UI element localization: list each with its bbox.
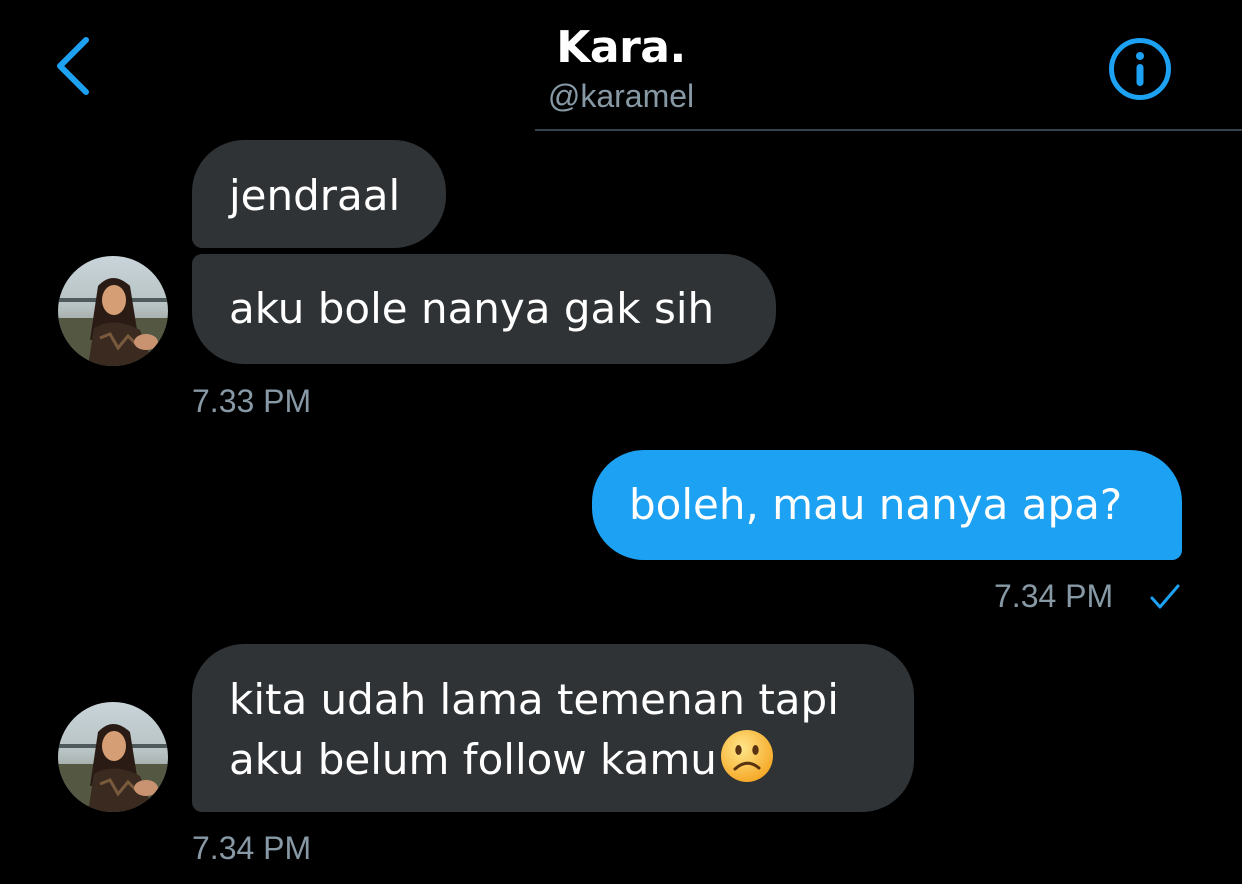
conversation-handle[interactable]: @karamel xyxy=(0,76,1242,116)
message-text: jendraal xyxy=(229,171,401,220)
message-text-line: kita udah lama temenan tapi xyxy=(229,675,839,724)
message-timestamp: 7.34 PM xyxy=(994,578,1114,614)
message-bubble[interactable]: boleh, mau nanya apa? xyxy=(592,450,1182,560)
checkmark-icon xyxy=(1150,584,1180,609)
message-timestamp: 7.33 PM xyxy=(192,383,312,419)
avatar-photo xyxy=(58,702,168,812)
message-timestamp: 7.34 PM xyxy=(192,830,312,866)
message-bubble[interactable]: kita udah lama temenan tapi aku belum fo… xyxy=(192,644,914,812)
info-button[interactable] xyxy=(1108,37,1172,101)
message-text: boleh, mau nanya apa? xyxy=(629,480,1123,529)
slightly-frowning-face-icon xyxy=(720,730,773,782)
message-bubble[interactable]: jendraal xyxy=(192,140,446,248)
message-text: aku bole nanya gak sih xyxy=(229,284,715,333)
avatar-photo xyxy=(58,256,168,366)
message-bubble[interactable]: aku bole nanya gak sih xyxy=(192,254,776,364)
avatar[interactable] xyxy=(58,256,168,366)
info-circle-icon xyxy=(1109,38,1171,100)
conversation-header: Kara. @karamel xyxy=(0,0,1242,131)
message-text-line-2: aku belum follow kamu xyxy=(229,728,914,788)
conversation-title[interactable]: Kara. xyxy=(0,20,1242,76)
header-divider xyxy=(535,129,1242,131)
avatar[interactable] xyxy=(58,702,168,812)
